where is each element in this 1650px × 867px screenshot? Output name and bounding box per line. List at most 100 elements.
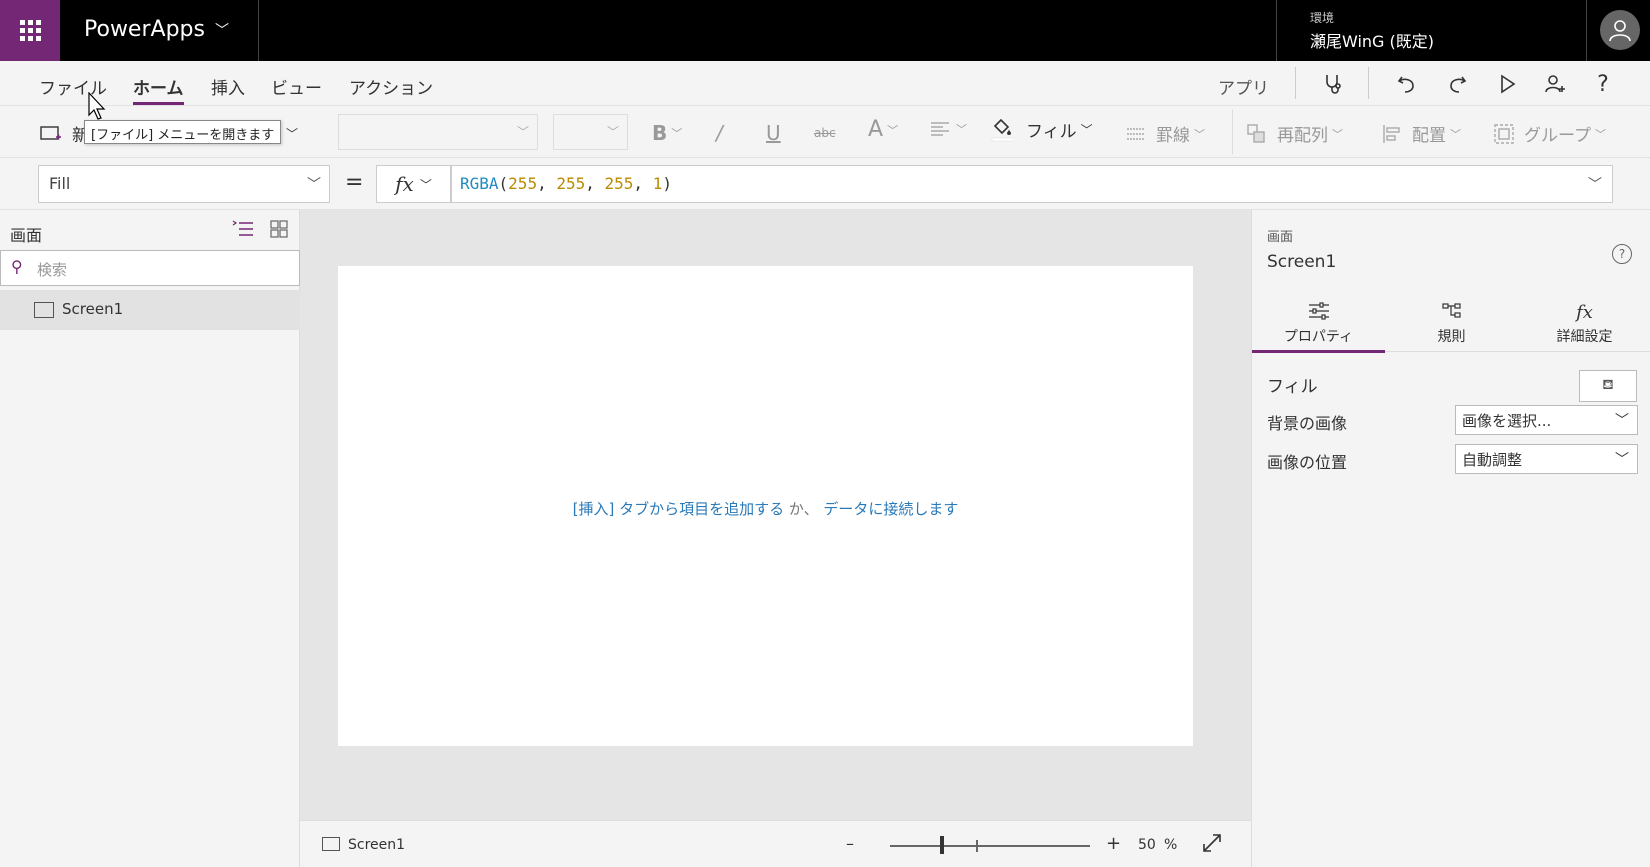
tab-insert[interactable]: 挿入 xyxy=(211,74,245,99)
border-button[interactable]: 罫線 ﹀ xyxy=(1126,121,1205,146)
avatar[interactable] xyxy=(1600,10,1640,50)
italic-icon: / xyxy=(716,121,723,145)
app-title-menu[interactable]: PowerApps ﹀ xyxy=(84,17,229,42)
underline-button[interactable]: U xyxy=(766,121,781,145)
list-view-button[interactable] xyxy=(232,220,254,243)
app-settings-button[interactable]: アプリ xyxy=(1218,74,1269,99)
redo-icon xyxy=(1450,76,1467,93)
tab-rules[interactable]: 規則 xyxy=(1385,294,1518,352)
formula-input[interactable]: RGBA(255, 255, 255, 1) ﹀ xyxy=(451,165,1613,203)
stethoscope-icon xyxy=(1326,75,1341,94)
divider xyxy=(1586,0,1587,61)
function-button[interactable]: fx ﹀ xyxy=(376,165,451,203)
sliders-icon xyxy=(1252,302,1385,326)
reorder-icon xyxy=(1247,123,1265,143)
zoom-slider[interactable] xyxy=(890,845,1090,847)
formula-arg: 255 xyxy=(556,174,586,193)
insert-tab-link[interactable]: [挿入] タブから項目を追加する xyxy=(573,500,784,518)
app-launcher-button[interactable] xyxy=(0,0,60,61)
paint-bucket-icon: ⛾ xyxy=(1602,377,1614,393)
tab-action[interactable]: アクション xyxy=(349,74,433,99)
environment-picker[interactable]: 環境 瀬尾WinG (既定) xyxy=(1310,9,1434,52)
redo-button[interactable] xyxy=(1442,69,1472,99)
reorder-button[interactable]: 再配列 ﹀ xyxy=(1247,121,1343,146)
bold-button[interactable]: B ﹀ xyxy=(652,121,682,145)
selected-type-label: 画面 xyxy=(1267,230,1294,245)
preview-button[interactable] xyxy=(1492,69,1522,99)
tab-label: 詳細設定 xyxy=(1556,329,1613,345)
chevron-down-icon: ﹀ xyxy=(606,125,619,139)
new-screen-button[interactable]: 新 xyxy=(40,121,89,146)
background-image-dropdown[interactable]: 画像を選択... ﹀ xyxy=(1455,405,1638,435)
chevron-down-icon: ﹀ xyxy=(1332,127,1343,141)
app-checker-button[interactable] xyxy=(1318,69,1348,99)
formula-arg: 255 xyxy=(604,174,634,193)
image-position-dropdown[interactable]: 自動調整 ﹀ xyxy=(1455,444,1638,474)
tab-label: プロパティ xyxy=(1283,329,1354,345)
fit-to-window-button[interactable] xyxy=(1202,833,1222,857)
search-icon: ⚲ xyxy=(11,257,23,276)
environment-value: 瀬尾WinG (既定) xyxy=(1310,32,1435,51)
italic-button[interactable]: / xyxy=(716,121,723,145)
image-position-label: 画像の位置 xyxy=(1267,453,1348,472)
align-button[interactable]: 配置 ﹀ xyxy=(1382,121,1461,146)
add-user-icon xyxy=(1545,75,1565,93)
tab-home[interactable]: ホーム xyxy=(133,74,184,105)
top-bar: PowerApps ﹀ 環境 瀬尾WinG (既定) xyxy=(0,0,1650,61)
tab-label: 規則 xyxy=(1437,329,1466,345)
font-family-dropdown[interactable]: ﹀ xyxy=(338,114,538,150)
paint-bucket-icon xyxy=(991,118,1014,142)
reorder-label: 再配列 xyxy=(1277,126,1328,146)
group-icon xyxy=(1494,123,1514,144)
share-button[interactable] xyxy=(1540,69,1570,99)
align-objects-icon xyxy=(1383,124,1400,143)
fx-icon: fx xyxy=(1576,302,1593,323)
current-screen-name[interactable]: Screen1 xyxy=(348,837,405,853)
chevron-down-icon: ﹀ xyxy=(1450,127,1461,141)
expand-formula-icon[interactable]: ﹀ xyxy=(1588,174,1602,194)
status-bar: Screen1 – + 50 % xyxy=(300,820,1251,867)
tree-view-panel: 画面 ⚲ 検索 Screen1 xyxy=(0,210,300,867)
border-label: 罫線 xyxy=(1156,126,1190,146)
selected-control-name[interactable]: Screen1 xyxy=(1267,252,1336,272)
search-input[interactable]: ⚲ 検索 xyxy=(0,250,300,286)
group-button[interactable]: グループ ﹀ xyxy=(1494,121,1606,146)
help-icon[interactable]: ? xyxy=(1612,244,1632,264)
border-icon xyxy=(1127,127,1145,140)
chevron-down-icon: ﹀ xyxy=(1615,413,1629,429)
strikethrough-button[interactable]: abc xyxy=(814,126,836,140)
tree-item-screen1[interactable]: Screen1 xyxy=(0,290,300,330)
chevron-down-icon: ﹀ xyxy=(956,123,967,136)
font-color-button[interactable]: A ﹀ xyxy=(868,117,898,142)
mouse-cursor-icon xyxy=(88,92,106,120)
connect-data-link[interactable]: データに接続します xyxy=(823,500,958,518)
help-button[interactable]: ? xyxy=(1588,69,1618,99)
chevron-down-icon: ﹀ xyxy=(419,177,432,192)
tab-advanced[interactable]: fx 詳細設定 xyxy=(1518,294,1650,352)
app-canvas-screen[interactable]: [挿入] タブから項目を追加する か、 データに接続します xyxy=(338,266,1193,746)
tab-properties[interactable]: プロパティ xyxy=(1252,294,1385,353)
text-align-button[interactable]: ﹀ xyxy=(930,121,967,137)
undo-button[interactable] xyxy=(1392,69,1422,99)
screen-icon xyxy=(322,837,340,851)
formula-arg: 255 xyxy=(508,174,538,193)
search-placeholder: 検索 xyxy=(37,261,68,279)
fill-button[interactable]: フィル ﹀ xyxy=(990,116,1093,142)
zoom-slider-tick xyxy=(976,840,978,852)
thumbnail-view-button[interactable] xyxy=(270,220,288,243)
property-dropdown[interactable]: Fill ﹀ xyxy=(38,165,330,203)
background-image-label: 背景の画像 xyxy=(1267,414,1348,433)
zoom-slider-handle[interactable] xyxy=(940,836,944,854)
chevron-down-icon: ﹀ xyxy=(516,125,529,139)
chevron-down-icon: ﹀ xyxy=(214,22,229,39)
tab-view[interactable]: ビュー xyxy=(271,74,322,99)
properties-tabs: プロパティ 規則 fx 詳細設定 xyxy=(1252,294,1650,353)
screen-icon xyxy=(34,302,54,318)
zoom-out-button[interactable]: – xyxy=(846,834,854,853)
user-icon xyxy=(1609,20,1631,42)
fill-color-picker[interactable]: ⛾ xyxy=(1579,370,1637,402)
font-size-dropdown[interactable]: ﹀ xyxy=(553,114,628,150)
property-value: Fill xyxy=(49,174,71,193)
zoom-in-button[interactable]: + xyxy=(1106,833,1121,854)
divider xyxy=(1295,67,1296,99)
